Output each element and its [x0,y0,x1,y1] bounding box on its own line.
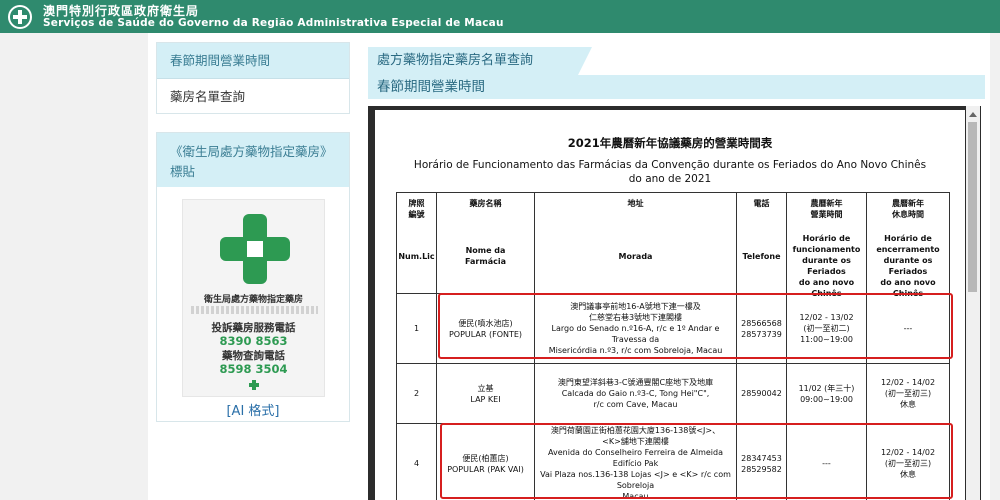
scroll-up-arrow-icon[interactable] [969,112,977,117]
document-title-year: do ano de 2021 [628,173,712,185]
sidebar-nav: 春節期間營業時間 藥房名單查詢 [156,42,350,114]
designated-pharmacy-sticker-panel: 《衛生局處方藥物指定藥房》標貼 衛生局處方藥物指定藥房 投訴藥房服務電話 839… [156,132,350,422]
health-bureau-logo-icon[interactable] [8,5,32,29]
highlight-box [440,423,953,499]
col-phone: 電話 Telefone [736,192,787,294]
table-row: 2 立基 LAP KEI 澳門東望洋斜巷3-C號通豐閣C座地下及地庫 Calca… [396,363,950,424]
document-page: 2021年農曆新年協議藥房的營業時間表 Horário de Funcionam… [375,110,965,500]
left-margin [0,33,148,500]
query-phone: 8598 3504 [219,362,288,376]
cell-address: 澳門東望洋斜巷3-C號通豐閣C座地下及地庫 Calcada do Gaio n.… [534,363,737,424]
sidebar-item-cny-hours[interactable]: 春節期間營業時間 [157,43,349,79]
cell-num: 4 [396,423,437,500]
query-label: 藥物查詢電話 [222,350,285,362]
highlight-box [438,293,953,359]
col-closed-hours: 農曆新年 休息時間 Horário de encerramento durante… [866,192,950,298]
sticker-title: 衛生局處方藥物指定藥房 [203,295,303,305]
cell-name: 立基 LAP KEI [436,363,535,424]
document-title-zh: 2021年農曆新年協議藥房的營業時間表 [567,136,773,150]
cell-num: 2 [396,363,437,424]
site-header: 澳門特別行政區政府衛生局 Serviços de Saúde do Govern… [0,0,1000,33]
right-margin [990,33,1000,500]
sticker-image[interactable]: 衛生局處方藥物指定藥房 投訴藥房服務電話 8390 8563 藥物查詢電話 85… [182,199,325,397]
cell-closed: 12/02 - 14/02 (初一至初三) 休息 [866,363,950,424]
col-address: 地址 Morada [534,192,737,294]
mini-cross-icon [248,380,260,390]
document-title-pt: Horário de Funcionamento das Farmácias d… [413,159,927,171]
page-title-tab: 處方藥物指定藥房名單查詢 [368,47,592,75]
col-num: 牌照 編號 Num.Lic [396,192,437,294]
table-header-row: 牌照 編號 Num.Lic 藥房名稱 Nome da Farmácia 地址 Mora… [396,192,950,298]
panel-title: 《衛生局處方藥物指定藥房》標貼 [157,133,349,187]
sticker-fine-print [191,306,318,314]
scrollbar-thumb[interactable] [968,122,977,292]
section-title: 春節期間營業時間 [368,75,985,99]
header-title-pt: Serviços de Saúde do Governo da Região A… [43,17,504,29]
sidebar-item-pharmacy-list[interactable]: 藥房名單查詢 [157,79,349,115]
cell-phone: 28590042 [736,363,787,424]
col-open-hours: 農曆新年 營業時間 Horário de funcionamento durant… [786,192,867,298]
complaint-label: 投訴藥房服務電話 [211,322,296,334]
complaint-phone: 8390 8563 [219,334,288,348]
col-name: 藥房名稱 Nome da Farmácia [436,192,535,294]
green-cross-icon [220,214,290,284]
ai-format-link[interactable]: [AI 格式] [157,400,349,419]
cell-open: 11/02 (年三十) 09:00~19:00 [786,363,867,424]
cell-num: 1 [396,293,437,364]
